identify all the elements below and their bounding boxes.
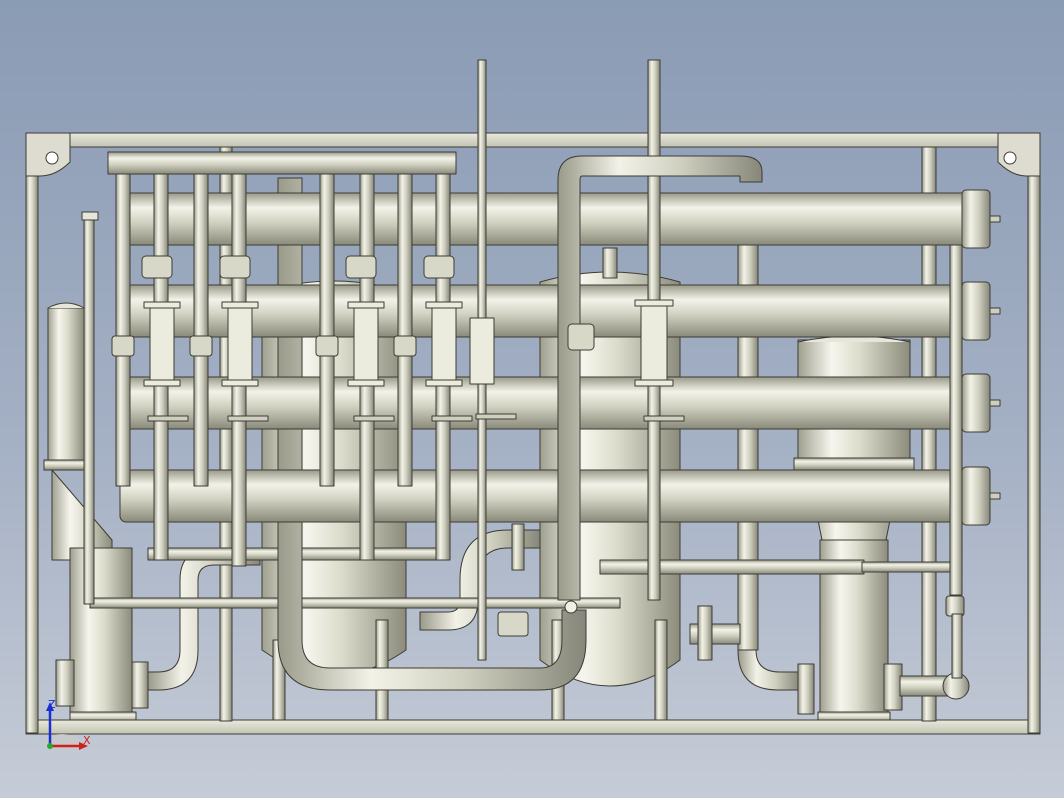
axis-triad: Z X: [40, 698, 100, 758]
skid-model[interactable]: [0, 0, 1064, 798]
axis-z-label: Z: [48, 698, 56, 711]
axis-x-label: X: [83, 734, 91, 747]
cad-viewport[interactable]: Z X: [0, 0, 1064, 798]
top-header: [107, 151, 457, 175]
